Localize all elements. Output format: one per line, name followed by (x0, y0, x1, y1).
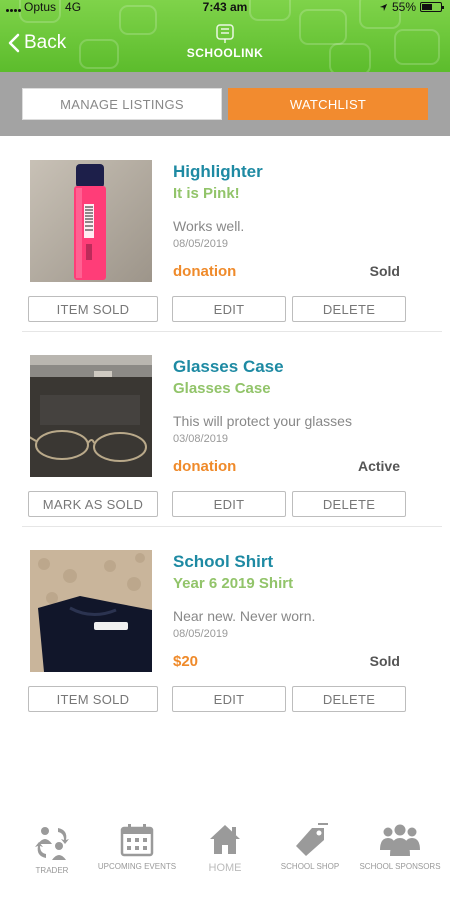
glasses-case-photo (30, 355, 152, 477)
item-subtitle: It is Pink! (173, 185, 240, 202)
listing-item: Glasses Case Glasses Case This will prot… (0, 331, 450, 526)
listing-list: Highlighter It is Pink! Works well. 08/0… (0, 136, 450, 721)
item-date: 08/05/2019 (173, 238, 229, 250)
item-date: 03/08/2019 (173, 433, 229, 445)
brand: SCHOOLINK (0, 22, 450, 60)
tab-watchlist[interactable]: WATCHLIST (228, 88, 428, 120)
tab-manage-listings[interactable]: MANAGE LISTINGS (22, 88, 222, 120)
nav-upcoming-events[interactable]: UPCOMING EVENTS (92, 822, 182, 871)
battery-icon (420, 2, 444, 12)
nav-shop-label: SCHOOL SHOP (280, 862, 340, 871)
nav-trader-label: TRADER (35, 866, 69, 875)
group-icon (380, 824, 420, 856)
trader-icon (35, 827, 69, 860)
item-status: Sold (369, 653, 400, 669)
delete-button[interactable]: DELETE (292, 491, 406, 517)
item-image-school-shirt[interactable] (30, 550, 152, 672)
item-status: Active (357, 458, 400, 474)
brand-name: SCHOOLINK (186, 46, 264, 60)
battery-percent: 55% (391, 0, 416, 14)
item-subtitle: Glasses Case (173, 380, 271, 397)
item-price: donation (173, 263, 237, 280)
tag-icon (296, 823, 328, 856)
location-arrow-icon (379, 3, 388, 11)
item-description: Works well. (173, 218, 245, 234)
item-date: 08/05/2019 (173, 628, 229, 640)
listing-item: Highlighter It is Pink! Works well. 08/0… (0, 136, 450, 331)
item-title[interactable]: Glasses Case (173, 357, 284, 377)
battery-fill (422, 4, 432, 10)
nav-school-sponsors[interactable]: SCHOOL SPONSORS (355, 822, 445, 871)
nav-home-label: HOME (208, 862, 242, 874)
listing-tabs: MANAGE LISTINGS WATCHLIST (0, 72, 450, 136)
nav-events-label: UPCOMING EVENTS (97, 862, 177, 871)
nav-trader[interactable]: TRADER (7, 822, 97, 875)
item-status: Sold (369, 263, 400, 279)
bottom-nav: TRADER UPCOMING EVENTS HOME SCHOOL SHOP (0, 812, 450, 900)
edit-button[interactable]: EDIT (172, 491, 286, 517)
status-bar: Optus 4G 7:43 am 55% (0, 0, 450, 14)
item-image-glasses-case[interactable] (30, 355, 152, 477)
item-title[interactable]: School Shirt (173, 552, 273, 572)
nav-school-shop[interactable]: SCHOOL SHOP (265, 822, 355, 871)
delete-button[interactable]: DELETE (292, 686, 406, 712)
calendar-icon (120, 824, 154, 857)
nav-sponsors-label: SCHOOL SPONSORS (359, 862, 441, 871)
delete-button[interactable]: DELETE (292, 296, 406, 322)
item-price: $20 (173, 653, 199, 670)
school-shirt-photo (30, 550, 152, 672)
item-description: This will protect your glasses (173, 413, 352, 429)
item-subtitle: Year 6 2019 Shirt (173, 575, 294, 592)
item-description: Near new. Never worn. (173, 608, 316, 624)
highlighter-photo (30, 160, 152, 282)
item-sold-button[interactable]: ITEM SOLD (28, 296, 158, 322)
mark-as-sold-button[interactable]: MARK AS SOLD (28, 491, 158, 517)
item-sold-button[interactable]: ITEM SOLD (28, 686, 158, 712)
app-header: Optus 4G 7:43 am 55% Back SCHOOLINK (0, 0, 450, 72)
item-image-highlighter[interactable] (30, 160, 152, 282)
listing-item: School Shirt Year 6 2019 Shirt Near new.… (0, 526, 450, 721)
status-right: 55% (379, 0, 444, 14)
item-price: donation (173, 458, 237, 475)
home-icon (210, 825, 240, 854)
edit-button[interactable]: EDIT (172, 686, 286, 712)
schoolink-logo (216, 24, 234, 43)
edit-button[interactable]: EDIT (172, 296, 286, 322)
item-title[interactable]: Highlighter (173, 162, 263, 182)
nav-home[interactable]: HOME (180, 822, 270, 874)
